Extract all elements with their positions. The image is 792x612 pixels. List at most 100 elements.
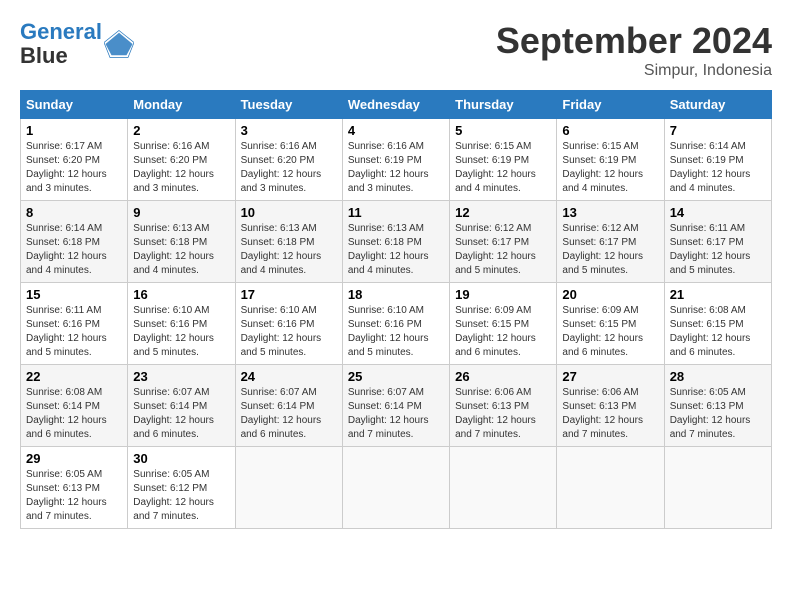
day-number: 30 (133, 451, 229, 466)
location: Simpur, Indonesia (496, 62, 772, 80)
day-info: Sunrise: 6:09 AMSunset: 6:15 PMDaylight:… (562, 305, 643, 358)
day-info: Sunrise: 6:15 AMSunset: 6:19 PMDaylight:… (562, 141, 643, 194)
calendar-cell: 30Sunrise: 6:05 AMSunset: 6:12 PMDayligh… (128, 447, 235, 529)
calendar-cell: 6 Sunrise: 6:15 AMSunset: 6:19 PMDaylight… (557, 119, 664, 201)
col-saturday: Saturday (664, 91, 771, 119)
col-wednesday: Wednesday (342, 91, 449, 119)
calendar-body: 1Sunrise: 6:17 AMSunset: 6:20 PMDaylight… (21, 119, 772, 529)
calendar-row-4: 22 Sunrise: 6:08 AMSunset: 6:14 PMDayligh… (21, 365, 772, 447)
day-number: 12 (455, 205, 551, 220)
page-header: General Blue September 2024 Simpur, Indo… (20, 20, 772, 80)
day-number: 20 (562, 287, 658, 302)
day-info: Sunrise: 6:16 AMSunset: 6:20 PMDaylight:… (133, 141, 214, 194)
day-number: 13 (562, 205, 658, 220)
day-info: Sunrise: 6:09 AMSunset: 6:15 PMDaylight:… (455, 305, 536, 358)
day-number: 18 (348, 287, 444, 302)
calendar-cell: 16Sunrise: 6:10 AMSunset: 6:16 PMDayligh… (128, 283, 235, 365)
calendar-cell (342, 447, 449, 529)
calendar-cell (235, 447, 342, 529)
day-info: Sunrise: 6:10 AMSunset: 6:16 PMDaylight:… (348, 305, 429, 358)
day-info: Sunrise: 6:13 AMSunset: 6:18 PMDaylight:… (348, 223, 429, 276)
day-number: 2 (133, 123, 229, 138)
day-number: 19 (455, 287, 551, 302)
day-number: 16 (133, 287, 229, 302)
day-info: Sunrise: 6:11 AMSunset: 6:17 PMDaylight:… (670, 223, 751, 276)
calendar-cell: 19 Sunrise: 6:09 AMSunset: 6:15 PMDayligh… (450, 283, 557, 365)
day-number: 23 (133, 369, 229, 384)
day-number: 11 (348, 205, 444, 220)
calendar-cell: 2 Sunrise: 6:16 AMSunset: 6:20 PMDaylight… (128, 119, 235, 201)
day-number: 28 (670, 369, 766, 384)
day-number: 27 (562, 369, 658, 384)
calendar-cell: 27 Sunrise: 6:06 AMSunset: 6:13 PMDayligh… (557, 365, 664, 447)
calendar-cell: 25Sunrise: 6:07 AMSunset: 6:14 PMDayligh… (342, 365, 449, 447)
calendar-cell: 18 Sunrise: 6:10 AMSunset: 6:16 PMDayligh… (342, 283, 449, 365)
calendar-cell: 17Sunrise: 6:10 AMSunset: 6:16 PMDayligh… (235, 283, 342, 365)
day-info: Sunrise: 6:15 AMSunset: 6:19 PMDaylight:… (455, 141, 536, 194)
day-info: Sunrise: 6:16 AMSunset: 6:19 PMDaylight:… (348, 141, 429, 194)
calendar-cell: 20 Sunrise: 6:09 AMSunset: 6:15 PMDayligh… (557, 283, 664, 365)
day-number: 10 (241, 205, 337, 220)
calendar-cell: 7 Sunrise: 6:14 AMSunset: 6:19 PMDaylight… (664, 119, 771, 201)
title-block: September 2024 Simpur, Indonesia (496, 20, 772, 80)
day-info: Sunrise: 6:08 AMSunset: 6:15 PMDaylight:… (670, 305, 751, 358)
day-info: Sunrise: 6:14 AMSunset: 6:19 PMDaylight:… (670, 141, 751, 194)
day-info: Sunrise: 6:06 AMSunset: 6:13 PMDaylight:… (455, 387, 536, 440)
calendar-cell (557, 447, 664, 529)
calendar-cell: 1Sunrise: 6:17 AMSunset: 6:20 PMDaylight… (21, 119, 128, 201)
calendar-cell: 12Sunrise: 6:12 AMSunset: 6:17 PMDayligh… (450, 201, 557, 283)
day-number: 8 (26, 205, 122, 220)
calendar-cell: 3 Sunrise: 6:16 AMSunset: 6:20 PMDaylight… (235, 119, 342, 201)
day-info: Sunrise: 6:13 AMSunset: 6:18 PMDaylight:… (241, 223, 322, 276)
calendar-cell: 15Sunrise: 6:11 AMSunset: 6:16 PMDayligh… (21, 283, 128, 365)
day-info: Sunrise: 6:07 AMSunset: 6:14 PMDaylight:… (133, 387, 214, 440)
day-number: 14 (670, 205, 766, 220)
day-info: Sunrise: 6:10 AMSunset: 6:16 PMDaylight:… (241, 305, 322, 358)
calendar-row-2: 8 Sunrise: 6:14 AMSunset: 6:18 PMDaylight… (21, 201, 772, 283)
calendar-cell: 9 Sunrise: 6:13 AMSunset: 6:18 PMDaylight… (128, 201, 235, 283)
calendar-cell: 28Sunrise: 6:05 AMSunset: 6:13 PMDayligh… (664, 365, 771, 447)
col-thursday: Thursday (450, 91, 557, 119)
day-number: 7 (670, 123, 766, 138)
day-number: 3 (241, 123, 337, 138)
day-info: Sunrise: 6:14 AMSunset: 6:18 PMDaylight:… (26, 223, 107, 276)
calendar-cell: 21 Sunrise: 6:08 AMSunset: 6:15 PMDayligh… (664, 283, 771, 365)
calendar-cell (450, 447, 557, 529)
calendar-cell: 22 Sunrise: 6:08 AMSunset: 6:14 PMDayligh… (21, 365, 128, 447)
day-number: 9 (133, 205, 229, 220)
day-number: 24 (241, 369, 337, 384)
calendar-row-1: 1Sunrise: 6:17 AMSunset: 6:20 PMDaylight… (21, 119, 772, 201)
calendar-cell: 23 Sunrise: 6:07 AMSunset: 6:14 PMDayligh… (128, 365, 235, 447)
day-info: Sunrise: 6:16 AMSunset: 6:20 PMDaylight:… (241, 141, 322, 194)
day-info: Sunrise: 6:08 AMSunset: 6:14 PMDaylight:… (26, 387, 107, 440)
day-info: Sunrise: 6:07 AMSunset: 6:14 PMDaylight:… (348, 387, 429, 440)
col-friday: Friday (557, 91, 664, 119)
day-number: 6 (562, 123, 658, 138)
calendar-cell: 4Sunrise: 6:16 AMSunset: 6:19 PMDaylight… (342, 119, 449, 201)
calendar-row-3: 15Sunrise: 6:11 AMSunset: 6:16 PMDayligh… (21, 283, 772, 365)
day-info: Sunrise: 6:05 AMSunset: 6:13 PMDaylight:… (26, 469, 107, 522)
day-number: 26 (455, 369, 551, 384)
calendar-cell: 14 Sunrise: 6:11 AMSunset: 6:17 PMDayligh… (664, 201, 771, 283)
calendar-cell: 26 Sunrise: 6:06 AMSunset: 6:13 PMDayligh… (450, 365, 557, 447)
calendar-table: Sunday Monday Tuesday Wednesday Thursday… (20, 90, 772, 529)
col-sunday: Sunday (21, 91, 128, 119)
calendar-cell: 10 Sunrise: 6:13 AMSunset: 6:18 PMDayligh… (235, 201, 342, 283)
day-number: 29 (26, 451, 122, 466)
month-title: September 2024 (496, 20, 772, 62)
calendar-cell: 5Sunrise: 6:15 AMSunset: 6:19 PMDaylight… (450, 119, 557, 201)
logo-text: General Blue (20, 20, 102, 68)
logo: General Blue (20, 20, 134, 68)
day-number: 22 (26, 369, 122, 384)
day-info: Sunrise: 6:07 AMSunset: 6:14 PMDaylight:… (241, 387, 322, 440)
day-info: Sunrise: 6:13 AMSunset: 6:18 PMDaylight:… (133, 223, 214, 276)
calendar-cell: 11 Sunrise: 6:13 AMSunset: 6:18 PMDayligh… (342, 201, 449, 283)
calendar-row-5: 29 Sunrise: 6:05 AMSunset: 6:13 PMDayligh… (21, 447, 772, 529)
day-info: Sunrise: 6:17 AMSunset: 6:20 PMDaylight:… (26, 141, 107, 194)
day-info: Sunrise: 6:06 AMSunset: 6:13 PMDaylight:… (562, 387, 643, 440)
day-number: 21 (670, 287, 766, 302)
calendar-cell (664, 447, 771, 529)
col-tuesday: Tuesday (235, 91, 342, 119)
day-info: Sunrise: 6:11 AMSunset: 6:16 PMDaylight:… (26, 305, 107, 358)
calendar-cell: 24 Sunrise: 6:07 AMSunset: 6:14 PMDayligh… (235, 365, 342, 447)
